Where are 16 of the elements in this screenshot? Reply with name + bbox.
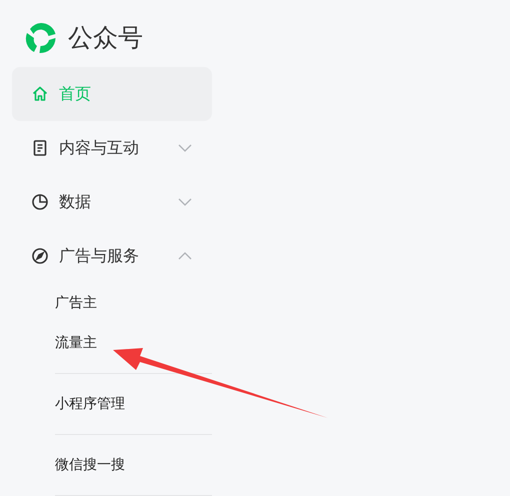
- sub-nav-item[interactable]: 流量主: [55, 323, 212, 363]
- app-title: 公众号: [68, 22, 143, 54]
- pie-chart-icon: [31, 193, 49, 211]
- compass-icon: [31, 247, 49, 265]
- home-icon: [31, 85, 49, 103]
- sub-nav-item[interactable]: 小程序管理: [55, 384, 212, 424]
- nav-item[interactable]: 数据: [12, 175, 212, 229]
- nav-item[interactable]: 内容与互动: [12, 121, 212, 175]
- document-icon: [31, 139, 49, 157]
- logo-icon: [24, 21, 58, 55]
- nav-item[interactable]: 广告与服务: [12, 229, 212, 283]
- chevron-icon: [178, 252, 192, 260]
- sub-nav-item[interactable]: 微信搜一搜: [55, 445, 212, 485]
- chevron-icon: [178, 144, 192, 152]
- sub-nav-item[interactable]: 广告主: [55, 283, 212, 323]
- chevron-icon: [178, 198, 192, 206]
